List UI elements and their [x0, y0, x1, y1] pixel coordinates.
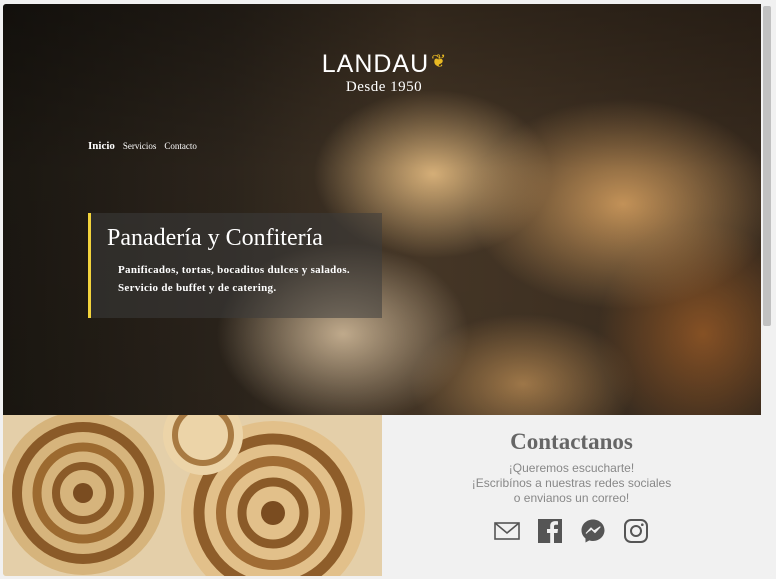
hero-section: LANDAU ❦ Desde 1950 Inicio Servicios Cont…: [3, 4, 761, 415]
page-frame: LANDAU ❦ Desde 1950 Inicio Servicios Cont…: [3, 4, 773, 576]
hero-line-2: Servicio de buffet y de catering.: [118, 282, 277, 294]
scrollbar-thumb[interactable]: [763, 6, 771, 326]
nav-item-inicio[interactable]: Inicio: [88, 140, 115, 152]
facebook-icon[interactable]: [537, 518, 563, 544]
page-scrollbar[interactable]: [761, 4, 773, 576]
contact-line-2: ¡Escribínos a nuestras redes sociales: [471, 476, 672, 490]
contact-line-1: ¡Queremos escucharte!: [508, 461, 635, 475]
brand-since: Desde 1950: [345, 79, 423, 95]
messenger-icon[interactable]: [580, 518, 606, 544]
contact-text: ¡Queremos escucharte! ¡Escribínos a nues…: [382, 461, 761, 506]
hero-description: Panificados, tortas, bocaditos dulces y …: [118, 261, 350, 297]
hero-line-1: Panificados, tortas, bocaditos dulces y …: [118, 264, 350, 276]
brand-name: LANDAU: [321, 50, 430, 78]
cinnamon-rolls-photo: [3, 415, 382, 576]
hero-title: Panadería y Confitería: [107, 225, 323, 251]
contact-title: Contactanos: [510, 429, 633, 454]
hero-promo-box: Panadería y Confitería Panificados, tort…: [88, 213, 382, 318]
main-nav: Inicio Servicios Contacto: [88, 140, 197, 152]
logo[interactable]: LANDAU ❦ Desde 1950: [317, 51, 451, 96]
wheat-icon: ❦: [431, 51, 447, 71]
contact-section: Contactanos ¡Queremos escucharte! ¡Escri…: [382, 415, 761, 576]
nav-item-contacto[interactable]: Contacto: [164, 141, 197, 151]
mail-icon[interactable]: [494, 518, 520, 544]
instagram-icon[interactable]: [623, 518, 649, 544]
nav-item-servicios[interactable]: Servicios: [123, 141, 157, 151]
contact-line-3: o envianos un correo!: [513, 491, 630, 505]
social-links: [382, 518, 761, 544]
